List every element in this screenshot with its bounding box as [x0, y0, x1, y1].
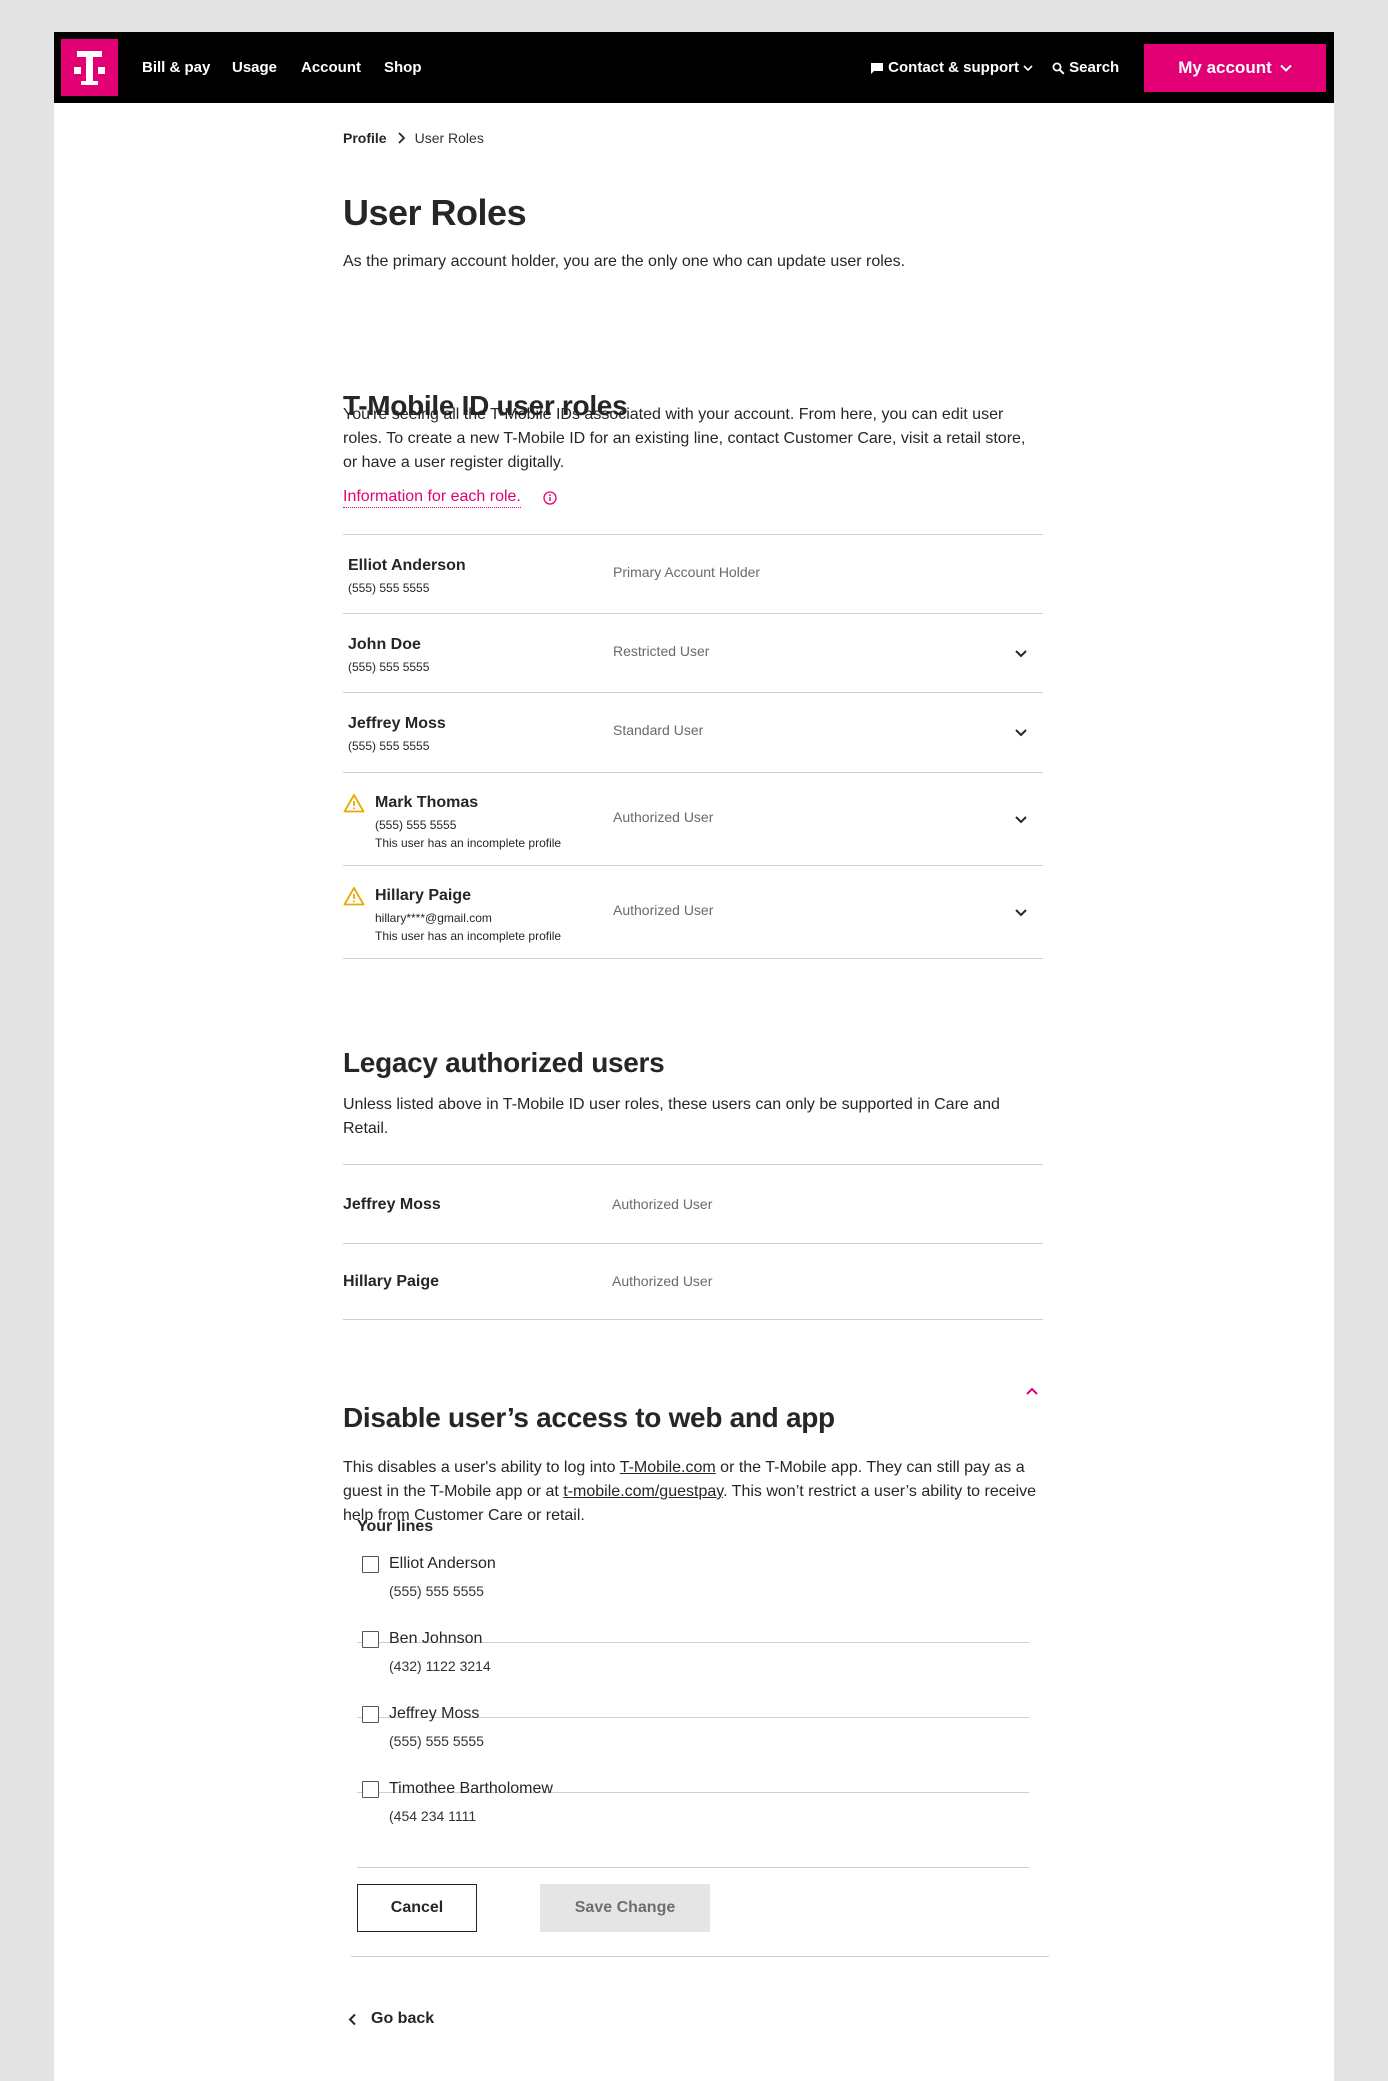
- go-back-link[interactable]: Go back: [348, 2010, 434, 2028]
- user-contact: (555) 555 5555: [348, 660, 430, 674]
- user-contact: (555) 555 5555: [348, 739, 430, 753]
- breadcrumb-profile[interactable]: Profile: [343, 130, 387, 146]
- line-checkbox[interactable]: [362, 1631, 379, 1648]
- user-role-row[interactable]: Hillary Paige hillary****@gmail.com This…: [343, 866, 1043, 958]
- line-item: Ben Johnson (432) 1122 3214: [357, 1623, 1029, 1698]
- user-role-row[interactable]: Jeffrey Moss (555) 555 5555 Standard Use…: [343, 693, 1043, 771]
- line-phone: (555) 555 5555: [389, 1583, 484, 1599]
- legacy-user-row: Jeffrey Moss Authorized User: [343, 1165, 1043, 1243]
- info-icon[interactable]: [543, 491, 557, 505]
- legacy-user-row: Hillary Paige Authorized User: [343, 1244, 1043, 1320]
- divider: [351, 1956, 1049, 1957]
- breadcrumb-current: User Roles: [414, 130, 484, 146]
- line-item: Elliot Anderson (555) 555 5555: [357, 1548, 1029, 1623]
- save-change-button[interactable]: Save Change: [540, 1884, 710, 1932]
- user-role-row: Elliot Anderson (555) 555 5555 Primary A…: [343, 535, 1043, 613]
- page: Bill & pay Usage Account Shop Contact & …: [54, 32, 1334, 2081]
- legacy-users-description: Unless listed above in T-Mobile ID user …: [343, 1096, 1000, 1137]
- contact-support-menu[interactable]: Contact & support: [870, 32, 1033, 103]
- line-checkbox[interactable]: [362, 1781, 379, 1798]
- user-role: Authorized User: [613, 809, 714, 825]
- nav-usage[interactable]: Usage: [232, 32, 277, 103]
- user-name: Jeffrey Moss: [343, 1196, 441, 1213]
- disable-access-title: Disable user’s access to web and app: [343, 1402, 835, 1433]
- warning-icon: [343, 887, 365, 906]
- line-phone: (555) 555 5555: [389, 1733, 484, 1749]
- chevron-down-icon[interactable]: [1014, 815, 1028, 825]
- tmobile-logo[interactable]: [61, 39, 118, 96]
- tmobile-id-roles-description: You're seeing all the T-Mobile IDs assoc…: [343, 406, 1026, 471]
- warning-icon: [343, 794, 365, 813]
- search-link[interactable]: Search: [1052, 32, 1119, 103]
- line-name: Timothee Bartholomew: [389, 1780, 553, 1797]
- chevron-down-icon[interactable]: [1014, 728, 1028, 738]
- nav-shop[interactable]: Shop: [384, 32, 422, 103]
- top-nav: Bill & pay Usage Account Shop Contact & …: [54, 32, 1334, 103]
- disable-desc-part-1: This disables a user's ability to log in…: [343, 1459, 620, 1476]
- legacy-users-title: Legacy authorized users: [343, 1047, 665, 1078]
- chevron-left-icon: [348, 2013, 356, 2025]
- user-name: Hillary Paige: [375, 887, 472, 904]
- chevron-right-icon: [397, 132, 405, 144]
- my-account-label: My account: [1178, 58, 1272, 77]
- line-checkbox[interactable]: [362, 1556, 379, 1573]
- line-item: Timothee Bartholomew (454 234 1111: [357, 1773, 1029, 1848]
- page-title: User Roles: [343, 192, 527, 233]
- contact-support-label: Contact & support: [888, 59, 1019, 76]
- line-item: Jeffrey Moss (555) 555 5555: [357, 1698, 1029, 1773]
- line-name: Jeffrey Moss: [389, 1705, 480, 1722]
- your-lines-label: Your lines: [357, 1518, 434, 1535]
- disable-access-description: This disables a user's ability to log in…: [343, 1456, 1043, 1528]
- breadcrumb: Profile User Roles: [343, 130, 484, 146]
- nav-bill-pay[interactable]: Bill & pay: [142, 32, 210, 103]
- incomplete-profile-message: This user has an incomplete profile: [375, 929, 562, 943]
- user-name: Mark Thomas: [375, 794, 479, 811]
- chevron-down-icon[interactable]: [1014, 649, 1028, 659]
- chevron-down-icon[interactable]: [1014, 908, 1028, 918]
- user-contact: (555) 555 5555: [348, 581, 430, 595]
- user-name: John Doe: [348, 636, 421, 653]
- user-contact: hillary****@gmail.com: [375, 911, 492, 925]
- line-checkbox[interactable]: [362, 1706, 379, 1723]
- page-intro: As the primary account holder, you are t…: [343, 253, 906, 270]
- user-role-row[interactable]: Mark Thomas (555) 555 5555 This user has…: [343, 773, 1043, 865]
- nav-account[interactable]: Account: [301, 32, 361, 103]
- chevron-up-icon[interactable]: [1024, 1386, 1040, 1396]
- user-role: Authorized User: [612, 1196, 713, 1212]
- guestpay-link[interactable]: t-mobile.com/guestpay: [563, 1483, 723, 1500]
- line-name: Elliot Anderson: [389, 1555, 496, 1572]
- search-label: Search: [1069, 59, 1120, 76]
- user-role: Authorized User: [612, 1273, 713, 1289]
- divider: [343, 958, 1043, 959]
- chevron-down-icon: [1023, 65, 1033, 72]
- user-name: Jeffrey Moss: [348, 715, 446, 732]
- incomplete-profile-message: This user has an incomplete profile: [375, 836, 562, 850]
- user-role: Restricted User: [613, 643, 710, 659]
- divider: [357, 1867, 1029, 1868]
- tmobile-com-link[interactable]: T-Mobile.com: [620, 1459, 716, 1476]
- go-back-label: Go back: [371, 2010, 435, 2027]
- user-name: Hillary Paige: [343, 1273, 440, 1290]
- user-role: Standard User: [613, 722, 704, 738]
- my-account-button[interactable]: My account: [1144, 44, 1326, 92]
- cancel-button[interactable]: Cancel: [357, 1884, 477, 1932]
- line-phone: (454 234 1111: [389, 1808, 477, 1824]
- user-role: Primary Account Holder: [613, 564, 761, 580]
- user-role-row[interactable]: John Doe (555) 555 5555 Restricted User: [343, 614, 1043, 692]
- line-phone: (432) 1122 3214: [389, 1658, 491, 1674]
- line-name: Ben Johnson: [389, 1630, 483, 1647]
- user-name: Elliot Anderson: [348, 557, 466, 574]
- chat-icon: [871, 62, 883, 74]
- user-role: Authorized User: [613, 902, 714, 918]
- divider: [343, 1319, 1043, 1320]
- search-icon: [1052, 62, 1065, 75]
- user-contact: (555) 555 5555: [375, 818, 457, 832]
- role-info-link[interactable]: Information for each role.: [343, 488, 521, 508]
- chevron-down-icon: [1280, 64, 1292, 72]
